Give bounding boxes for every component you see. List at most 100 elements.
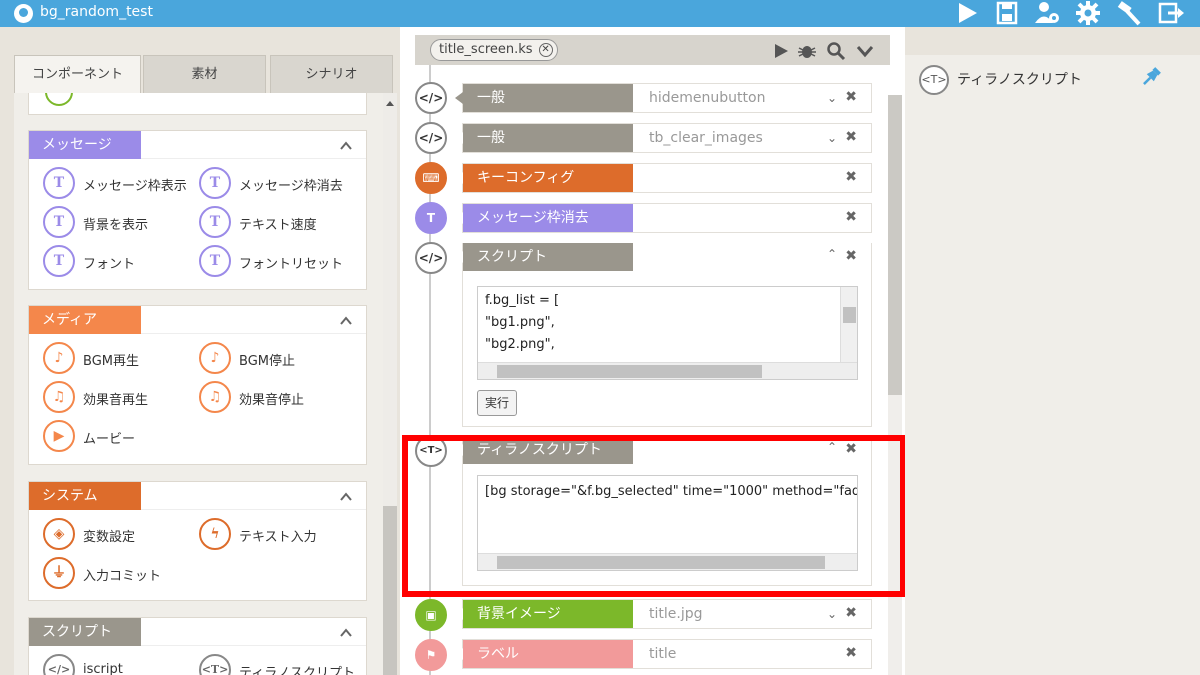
close-icon[interactable]: ✖: [845, 248, 857, 264]
chevron-down-icon[interactable]: [855, 41, 875, 61]
component-label: フォント: [83, 257, 136, 272]
category-script: スクリプト </> iscript <T> ティラノスクリプト: [28, 617, 367, 675]
code-line: f.bg_list = [: [485, 293, 560, 308]
sound-effect-stop-icon: ♫: [199, 381, 231, 413]
command-row[interactable]: 背景イメージ title.jpg ⌄ ✖: [455, 599, 872, 629]
vertical-scrollbar[interactable]: [840, 287, 857, 362]
hammer-icon[interactable]: [1116, 0, 1144, 27]
tab-assets[interactable]: 素材: [143, 55, 266, 93]
file-tab[interactable]: title_screen.ks ✕: [430, 39, 558, 61]
component-label: 効果音停止: [239, 393, 305, 408]
code-icon: </>: [415, 242, 447, 274]
close-icon[interactable]: ✖: [845, 209, 857, 225]
tyrano-tag-icon: <T>: [199, 654, 231, 675]
category-label: スクリプト: [29, 618, 141, 646]
script-block-header[interactable]: スクリプト ⌃ ✖: [455, 243, 871, 273]
chevron-down-icon[interactable]: ⌄: [827, 607, 837, 621]
scrollbar-thumb[interactable]: [383, 506, 397, 675]
chevron-up-icon[interactable]: [340, 315, 352, 327]
gear-icon[interactable]: [1075, 0, 1103, 27]
title-bar: bg_random_test: [0, 0, 1200, 27]
close-tab-icon[interactable]: ✕: [538, 43, 553, 57]
bug-icon[interactable]: [797, 41, 817, 61]
code-icon: </>: [415, 82, 447, 114]
code-icon: </>: [43, 654, 75, 675]
chevron-down-icon[interactable]: ⌄: [827, 131, 837, 145]
highlight-box: [402, 435, 906, 597]
category-label: メッセージ: [29, 131, 141, 159]
command-row[interactable]: 一般 tb_clear_images ⌄ ✖: [455, 123, 872, 153]
close-icon[interactable]: ✖: [845, 169, 857, 185]
scrollbar-thumb[interactable]: [497, 365, 762, 378]
partial-icon: [45, 93, 73, 106]
category-header[interactable]: メディア: [29, 306, 366, 334]
save-icon[interactable]: [994, 0, 1022, 27]
tab-components[interactable]: コンポーネント: [14, 55, 141, 93]
run-button[interactable]: 実行: [477, 390, 517, 416]
component-label: 効果音再生: [83, 393, 149, 408]
component-label: BGM再生: [83, 354, 139, 369]
lightning-icon: ϟ: [199, 518, 231, 550]
command-row[interactable]: ラベル title ✖: [455, 639, 872, 669]
message-window-show-icon: T: [43, 167, 75, 199]
chevron-up-icon[interactable]: [340, 491, 352, 503]
chevron-up-icon[interactable]: ⌃: [827, 247, 837, 261]
users-settings-icon[interactable]: [1034, 0, 1062, 27]
component-label: ティラノスクリプト: [239, 666, 355, 675]
cube-icon: ◈: [43, 518, 75, 550]
command-row[interactable]: メッセージ枠消去 ✖: [455, 203, 872, 233]
pin-icon[interactable]: [1139, 65, 1163, 89]
image-icon: ▣: [415, 599, 447, 631]
category-label: システム: [29, 482, 141, 510]
scrollbar-thumb[interactable]: [843, 307, 856, 323]
message-window-hide-icon: T: [199, 167, 231, 199]
play-icon[interactable]: [771, 41, 791, 61]
close-icon[interactable]: ✖: [845, 605, 857, 621]
component-label: ムービー: [83, 432, 136, 447]
command-label: スクリプト: [455, 243, 633, 271]
keyboard-icon: ⌨: [415, 162, 447, 194]
search-icon[interactable]: [826, 41, 846, 61]
category-message: メッセージ T メッセージ枠表示 T メッセージ枠消去 T 背景を表示 T テキ…: [28, 130, 367, 290]
horizontal-scrollbar[interactable]: [478, 362, 857, 379]
close-icon[interactable]: ✖: [845, 89, 857, 105]
command-label: 背景イメージ: [455, 600, 633, 628]
command-param: tb_clear_images: [649, 130, 763, 146]
component-label: 変数設定: [83, 530, 136, 545]
help-panel-title: ティラノスクリプト: [957, 72, 1082, 88]
command-param: hidemenubutton: [649, 90, 766, 106]
tab-scenario[interactable]: シナリオ: [270, 55, 393, 93]
play-icon[interactable]: [954, 0, 982, 27]
chevron-up-icon[interactable]: [340, 140, 352, 152]
component-list-scrollbar[interactable]: [383, 93, 397, 675]
chevron-down-icon[interactable]: ⌄: [827, 91, 837, 105]
command-row[interactable]: 一般 hidemenubutton ⌄ ✖: [455, 83, 872, 113]
category-media: メディア ♪ BGM再生 ♪ BGM停止 ♫ 効果音再生 ♫ 効果音停止 ▶ ム…: [28, 305, 367, 465]
component-label: iscript: [83, 662, 123, 675]
export-icon[interactable]: [1158, 0, 1186, 27]
component-label: テキスト速度: [239, 218, 317, 233]
font-icon: T: [43, 245, 75, 277]
category-header[interactable]: スクリプト: [29, 618, 366, 646]
scrollbar-thumb[interactable]: [888, 95, 902, 395]
tyrano-tag-icon: <T>: [919, 65, 949, 95]
close-icon[interactable]: ✖: [845, 645, 857, 661]
script-code-textarea[interactable]: f.bg_list = [ "bg1.png", "bg2.png",: [477, 286, 858, 380]
partial-category-card: [28, 93, 367, 115]
close-icon[interactable]: ✖: [845, 129, 857, 145]
script-block: スクリプト ⌃ ✖ f.bg_list = [ "bg1.png", "bg2.…: [455, 243, 872, 427]
file-tab-bar: title_screen.ks ✕: [415, 35, 890, 65]
category-header[interactable]: システム: [29, 482, 366, 510]
flag-icon: ⚑: [415, 639, 447, 671]
chevron-up-icon[interactable]: [340, 627, 352, 639]
command-row[interactable]: キーコンフィグ ✖: [455, 163, 872, 193]
plug-icon: ⏚: [43, 557, 75, 589]
component-label: メッセージ枠表示: [83, 179, 187, 194]
category-label: メディア: [29, 306, 141, 334]
message-window-hide-icon: T: [415, 202, 447, 234]
category-header[interactable]: メッセージ: [29, 131, 366, 159]
scroll-up-arrow-icon[interactable]: [386, 101, 394, 106]
code-line: "bg1.png",: [485, 315, 555, 330]
font-reset-icon: T: [199, 245, 231, 277]
bgm-stop-icon: ♪: [199, 342, 231, 374]
